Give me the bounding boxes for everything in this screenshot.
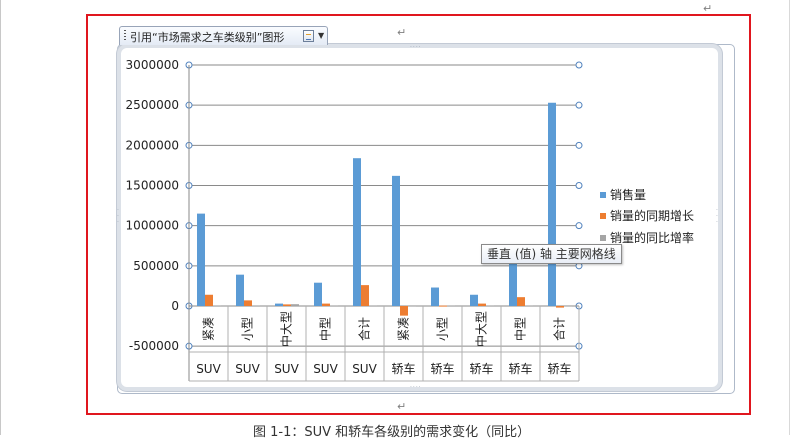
bar[interactable] [470,294,478,306]
bar[interactable] [322,303,330,306]
bar[interactable] [392,175,400,306]
bar[interactable] [314,282,322,306]
bar[interactable] [400,306,408,316]
bar[interactable] [439,305,447,307]
bar[interactable] [369,305,377,306]
gridline-handle[interactable] [575,141,583,149]
bar[interactable] [486,305,494,306]
gridline-handle[interactable] [575,222,583,230]
gridline-tooltip: 垂直 (值) 轴 主要网格线 [481,244,622,264]
bar[interactable] [330,305,338,306]
bar[interactable] [525,305,533,306]
bar[interactable] [556,306,564,308]
x-group-label: 轿车 [547,361,571,376]
bar[interactable] [205,294,213,306]
bar[interactable] [564,306,572,307]
bar[interactable] [244,300,252,306]
bar[interactable] [431,287,439,306]
bar[interactable] [283,304,291,306]
x-group-label: 轿车 [469,361,493,376]
bar[interactable] [478,303,486,306]
legend-label: 销量的同期增长 [610,208,694,223]
bar[interactable] [509,258,517,306]
x-category-label: 中大型 [474,311,489,347]
legend-swatch [600,235,606,241]
bar[interactable] [517,297,525,306]
y-tick-label: 1500000 [126,179,179,193]
x-category-label: 紧凑 [202,317,216,341]
gridline-handle[interactable] [575,182,583,189]
gridline-handle[interactable] [575,101,583,109]
legend-label: 销量的同比增率 [610,230,694,245]
bar[interactable] [548,102,556,306]
x-category-label: 合计 [552,317,567,341]
x-group-label: SUV [313,362,338,376]
y-tick-label: -500000 [129,339,179,353]
figure-caption: 图 1-1：SUV 和轿车各级别的需求变化（同比） [253,425,531,440]
x-group-label: 轿车 [508,361,532,376]
bar-chart[interactable]: 3000000 2500000 2000000 1500000 1000000 50000… [0,0,792,435]
legend-label: 销售量 [610,187,646,202]
x-group-label: 轿车 [430,361,454,376]
y-tick-label: 1000000 [126,219,179,233]
gridline-handle[interactable] [575,61,583,69]
bar[interactable] [197,213,205,306]
bar[interactable] [213,305,221,306]
x-category-label: 中型 [318,317,333,341]
y-tick-label: 0 [171,299,179,313]
x-category-label: 合计 [357,317,372,341]
legend-swatch [600,213,606,219]
x-group-label: SUV [352,362,377,376]
legend-swatch [600,192,606,198]
bar[interactable] [353,158,361,306]
x-group-label: SUV [274,362,299,376]
x-group-label: SUV [235,362,260,376]
y-tick-label: 2000000 [126,138,179,152]
bar[interactable] [361,285,369,306]
bar[interactable] [275,303,283,306]
x-category-label: 小型 [436,317,450,341]
x-group-label: SUV [196,362,221,376]
x-category-label: 中型 [513,317,528,341]
bar[interactable] [408,306,416,307]
x-group-label: 轿车 [391,361,415,376]
bar[interactable] [447,305,455,306]
x-category-label: 紧凑 [397,317,411,341]
x-category-label: 小型 [241,317,255,341]
x-category-label: 中大型 [279,311,294,347]
y-tick-label: 2500000 [126,98,179,112]
bar[interactable] [291,304,299,306]
y-tick-label: 500000 [133,259,179,273]
bar[interactable] [236,274,244,306]
bar[interactable] [252,305,260,306]
y-tick-label: 3000000 [126,58,179,72]
